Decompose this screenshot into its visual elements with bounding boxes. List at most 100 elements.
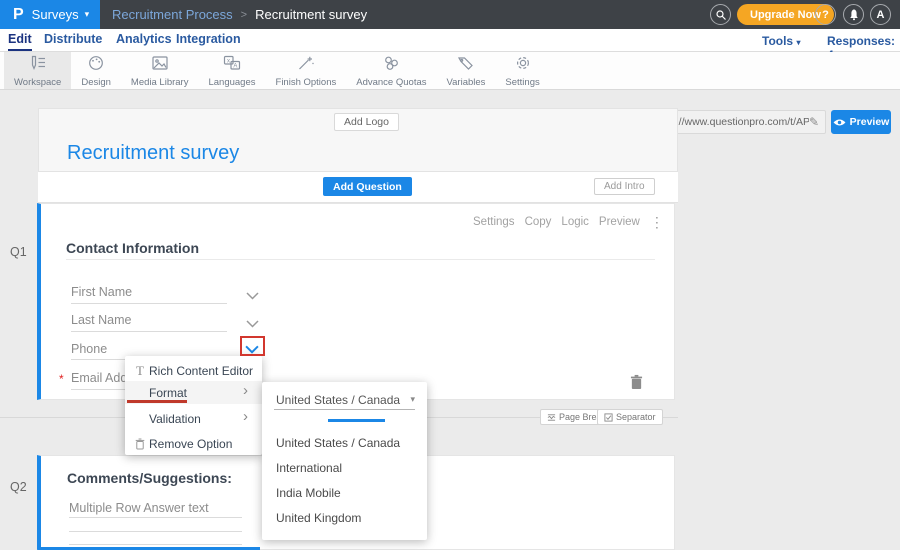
top-bar: P Surveys ▾ Recruitment Process > Recrui… bbox=[0, 0, 900, 29]
answer-underline bbox=[69, 517, 242, 518]
breadcrumb-parent[interactable]: Recruitment Process bbox=[112, 7, 233, 22]
select-underline bbox=[274, 409, 415, 410]
media-library-icon bbox=[150, 55, 170, 76]
select-accent-bar bbox=[328, 419, 385, 422]
page-break-icon bbox=[547, 413, 556, 422]
design-palette-icon bbox=[86, 55, 106, 76]
toolbar-items: Workspace Design Media Library xA Langua… bbox=[4, 52, 550, 89]
format-option-india-mobile[interactable]: India Mobile bbox=[276, 486, 341, 500]
help-button[interactable]: ? bbox=[815, 4, 836, 25]
svg-text:x: x bbox=[227, 58, 230, 64]
format-option-united-kingdom[interactable]: United Kingdom bbox=[276, 511, 361, 525]
menu-item-validation[interactable]: Validation › bbox=[125, 407, 262, 430]
kebab-menu-icon[interactable]: ⋮ bbox=[650, 216, 664, 228]
chevron-down-icon: ▾ bbox=[796, 38, 800, 47]
toolbar-item-languages[interactable]: xA Languages bbox=[198, 52, 265, 89]
toolbar-item-variables[interactable]: Variables bbox=[437, 52, 496, 89]
chevron-down-icon: ▾ bbox=[85, 9, 90, 20]
annotation-highlight-box bbox=[240, 336, 265, 356]
toolbar-item-workspace[interactable]: Workspace bbox=[4, 52, 71, 89]
format-submenu: United States / Canada ▾ United States /… bbox=[262, 382, 427, 540]
toolbar-item-design[interactable]: Design bbox=[71, 52, 121, 89]
workspace-icon bbox=[28, 55, 48, 76]
separator-button[interactable]: Separator bbox=[597, 409, 663, 425]
tab-integration[interactable]: Integration bbox=[176, 32, 241, 49]
q2-title[interactable]: Comments/Suggestions: bbox=[67, 470, 232, 486]
question-number-q2: Q2 bbox=[10, 480, 27, 494]
separator-checkbox-icon bbox=[604, 413, 613, 422]
questionpro-survey-editor: P Surveys ▾ Recruitment Process > Recrui… bbox=[0, 0, 900, 550]
tab-distribute[interactable]: Distribute bbox=[44, 32, 102, 49]
tools-label: Tools bbox=[762, 34, 793, 48]
format-option-us-canada[interactable]: United States / Canada bbox=[276, 436, 400, 450]
annotation-underline bbox=[127, 400, 187, 403]
select-caret-icon: ▾ bbox=[410, 394, 415, 405]
notifications-button[interactable] bbox=[843, 4, 864, 25]
languages-icon: xA bbox=[222, 55, 242, 76]
field-underline bbox=[71, 303, 227, 304]
toolbar-item-finish-options[interactable]: Finish Options bbox=[266, 52, 347, 89]
toolbar-item-media-library[interactable]: Media Library bbox=[121, 52, 199, 89]
svg-text:A: A bbox=[233, 64, 237, 70]
breadcrumb-separator: > bbox=[241, 9, 247, 21]
field-label-first-name[interactable]: First Name bbox=[71, 285, 132, 299]
editor-toolbar: Workspace Design Media Library xA Langua… bbox=[0, 52, 900, 90]
tools-menu[interactable]: Tools ▾ bbox=[762, 34, 800, 48]
chevron-down-icon[interactable] bbox=[246, 287, 259, 305]
q1-preview-link[interactable]: Preview bbox=[599, 216, 640, 228]
submenu-chevron-right-icon: › bbox=[243, 408, 248, 425]
toolbar-item-settings[interactable]: Settings bbox=[495, 52, 549, 89]
finish-options-wand-icon bbox=[296, 55, 316, 76]
required-asterisk: * bbox=[59, 372, 64, 386]
delete-option-trash-icon[interactable] bbox=[630, 374, 643, 395]
trash-icon bbox=[133, 438, 147, 450]
q1-title[interactable]: Contact Information bbox=[66, 240, 199, 256]
survey-header-card: Add Logo Recruitment survey bbox=[38, 108, 678, 172]
chevron-down-icon[interactable] bbox=[246, 315, 259, 333]
help-icon: ? bbox=[822, 9, 829, 21]
menu-item-remove-option[interactable]: Remove Option bbox=[125, 432, 262, 455]
survey-title[interactable]: Recruitment survey bbox=[67, 142, 239, 165]
format-select[interactable]: United States / Canada bbox=[276, 393, 413, 407]
advance-quotas-icon bbox=[381, 55, 401, 76]
edit-url-pencil-icon[interactable]: ✎ bbox=[809, 115, 819, 129]
rich-text-icon: T bbox=[133, 363, 147, 379]
preview-button[interactable]: Preview bbox=[831, 110, 891, 134]
toolbar-item-advance-quotas[interactable]: Advance Quotas bbox=[346, 52, 436, 89]
answer-underline bbox=[69, 544, 242, 545]
breadcrumb-current: Recruitment survey bbox=[255, 7, 367, 22]
nav-tab-bar: Edit Distribute Analytics Integration To… bbox=[0, 29, 900, 52]
surveys-menu[interactable]: P Surveys ▾ bbox=[0, 0, 100, 29]
search-button[interactable] bbox=[710, 4, 731, 25]
q1-action-bar: Settings Copy Logic Preview ⋮ bbox=[473, 216, 664, 228]
preview-button-label: Preview bbox=[850, 116, 890, 128]
add-intro-button[interactable]: Add Intro bbox=[594, 178, 655, 195]
q1-title-rule bbox=[66, 259, 655, 260]
avatar: A bbox=[877, 9, 885, 21]
question-number-q1: Q1 bbox=[10, 245, 27, 259]
surveys-menu-label: Surveys bbox=[32, 7, 79, 22]
q1-settings-link[interactable]: Settings bbox=[473, 216, 515, 228]
option-context-menu: T Rich Content Editor Format › Validatio… bbox=[125, 356, 262, 455]
add-logo-button[interactable]: Add Logo bbox=[334, 113, 399, 131]
tab-analytics[interactable]: Analytics bbox=[116, 32, 172, 49]
settings-gear-icon bbox=[513, 55, 533, 76]
variables-tag-icon bbox=[456, 55, 476, 76]
q2-answer-placeholder[interactable]: Multiple Row Answer text bbox=[69, 501, 209, 515]
tab-edit[interactable]: Edit bbox=[8, 32, 32, 51]
bell-icon bbox=[849, 8, 859, 21]
account-button[interactable]: A bbox=[870, 4, 891, 25]
q1-copy-link[interactable]: Copy bbox=[525, 216, 552, 228]
eye-icon bbox=[833, 118, 846, 127]
format-option-international[interactable]: International bbox=[276, 461, 342, 475]
submenu-chevron-right-icon: › bbox=[243, 382, 248, 399]
breadcrumb: Recruitment Process > Recruitment survey bbox=[112, 0, 367, 29]
add-question-strip: Add Question Add Intro bbox=[38, 172, 678, 203]
q1-logic-link[interactable]: Logic bbox=[561, 216, 589, 228]
field-label-last-name[interactable]: Last Name bbox=[71, 313, 131, 327]
add-question-button[interactable]: Add Question bbox=[323, 177, 412, 196]
field-label-phone[interactable]: Phone bbox=[71, 342, 107, 356]
menu-item-rich-content-editor[interactable]: T Rich Content Editor bbox=[125, 359, 262, 382]
field-underline bbox=[71, 331, 227, 332]
separator-label: Separator bbox=[616, 412, 656, 422]
